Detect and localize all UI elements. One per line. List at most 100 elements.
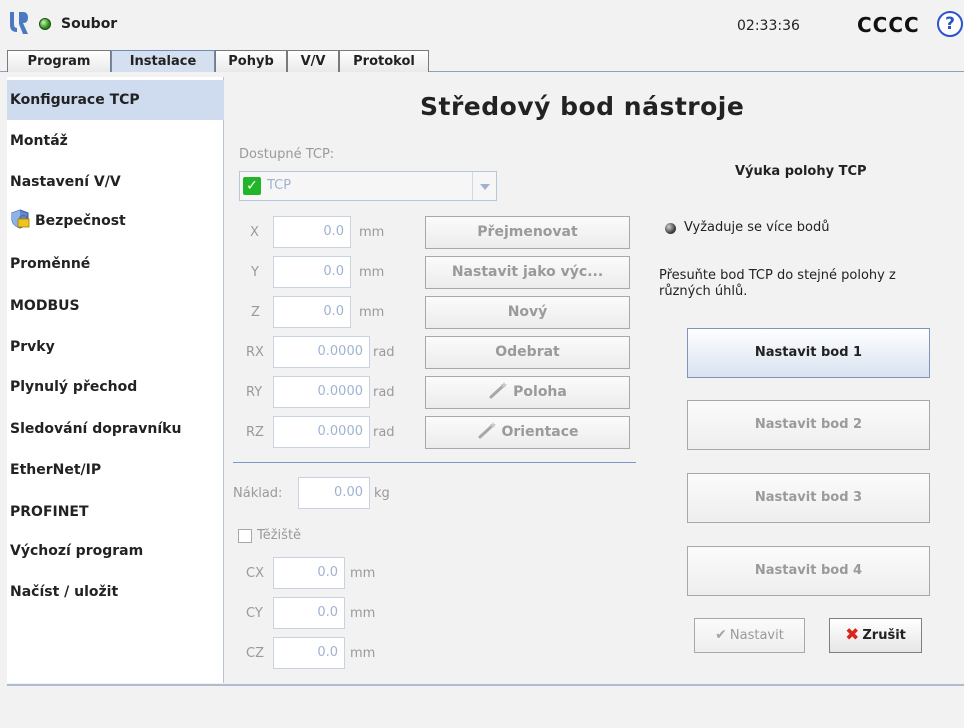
- y-label: Y: [251, 265, 259, 280]
- tab-protokol[interactable]: Protokol: [339, 50, 429, 72]
- payload-field[interactable]: 0.00: [298, 477, 370, 509]
- set-point-2-button[interactable]: Nastavit bod 2: [687, 400, 930, 450]
- y-field[interactable]: 0.0: [273, 256, 351, 288]
- sidebar-item-label: Plynulý přechod: [10, 379, 138, 395]
- payload-unit: kg: [374, 486, 390, 501]
- teach-position-label: Poloha: [513, 384, 567, 400]
- chevron-down-icon[interactable]: [472, 172, 496, 200]
- page-title: Středový bod nástroje: [420, 92, 745, 121]
- close-icon: ✖: [845, 625, 860, 645]
- sidebar-item-load-save[interactable]: Načíst / uložit: [7, 572, 224, 612]
- set-default-button[interactable]: Nastavit jako výc...: [425, 256, 630, 289]
- cx-field[interactable]: 0.0: [273, 557, 345, 589]
- set-point-3-button[interactable]: Nastavit bod 3: [687, 473, 930, 523]
- status-dot-icon: [665, 223, 676, 234]
- sidebar-item-label: Sledování dopravníku: [10, 421, 182, 437]
- z-label: Z: [251, 305, 260, 320]
- sidebar-item-label: Výchozí program: [10, 543, 144, 559]
- cy-field[interactable]: 0.0: [273, 597, 345, 629]
- payload-label: Náklad:: [233, 486, 283, 501]
- tab-pohyb[interactable]: Pohyb: [215, 50, 287, 72]
- z-unit: mm: [359, 305, 385, 320]
- sidebar-item-label: MODBUS: [10, 298, 80, 314]
- ry-field[interactable]: 0.0000: [273, 376, 370, 408]
- set-button[interactable]: ✔ Nastavit: [694, 618, 805, 653]
- tab-program[interactable]: Program: [7, 50, 111, 72]
- sidebar-item-conveyor-tracking[interactable]: Sledování dopravníku: [7, 409, 224, 449]
- ry-label: RY: [246, 385, 263, 400]
- set-point-1-button[interactable]: Nastavit bod 1: [687, 328, 930, 378]
- set-point-4-button[interactable]: Nastavit bod 4: [687, 546, 930, 596]
- sidebar-item-label: Načíst / uložit: [10, 584, 119, 600]
- remove-tcp-button[interactable]: Odebrat: [425, 336, 630, 369]
- sidebar-item-modbus[interactable]: MODBUS: [7, 286, 224, 326]
- x-field[interactable]: 0.0: [273, 216, 351, 248]
- sidebar-item-profinet[interactable]: PROFINET: [7, 492, 224, 532]
- sidebar-item-label: EtherNet/IP: [10, 462, 102, 478]
- rz-unit: rad: [373, 425, 395, 440]
- requirement-text: Vyžaduje se více bodů: [684, 220, 830, 235]
- teach-orientation-label: Orientace: [501, 424, 579, 440]
- sidebar-item-label: Konfigurace TCP: [10, 92, 140, 108]
- cx-unit: mm: [350, 566, 376, 581]
- rename-button[interactable]: Přejmenovat: [425, 216, 630, 249]
- sidebar-item-default-program[interactable]: Výchozí program: [7, 531, 224, 571]
- sidebar-item-mounting[interactable]: Montáž: [7, 121, 224, 161]
- top-bar: Soubor 02:33:36 CCCC ?: [0, 0, 964, 50]
- sidebar-item-label: Bezpečnost: [35, 213, 126, 229]
- check-icon: ✔: [715, 627, 727, 643]
- teach-instruction: Přesuňte bod TCP do stejné polohy z různ…: [659, 268, 896, 299]
- sidebar-item-variables[interactable]: Proměnné: [7, 244, 224, 284]
- installation-sidebar: Konfigurace TCP Montáž Nastavení V/V Bez…: [7, 77, 224, 683]
- rx-unit: rad: [373, 345, 395, 360]
- sidebar-item-safety[interactable]: Bezpečnost: [7, 201, 224, 241]
- teach-position-button[interactable]: Poloha: [425, 376, 630, 409]
- y-unit: mm: [359, 265, 385, 280]
- sidebar-item-smooth-transition[interactable]: Plynulý přechod: [7, 367, 224, 407]
- ur-logo-icon[interactable]: [8, 10, 30, 36]
- sidebar-item-label: PROFINET: [10, 504, 89, 520]
- sidebar-item-ethernet-ip[interactable]: EtherNet/IP: [7, 450, 224, 490]
- ry-unit: rad: [373, 385, 395, 400]
- teach-tcp-title: Výuka polohy TCP: [735, 164, 867, 179]
- cy-unit: mm: [350, 606, 376, 621]
- check-icon: ✓: [243, 177, 261, 195]
- new-tcp-button[interactable]: Nový: [425, 296, 630, 329]
- tab-v-v[interactable]: V/V: [287, 50, 339, 72]
- divider: [233, 462, 636, 463]
- teach-orientation-button[interactable]: Orientace: [425, 416, 630, 449]
- sidebar-item-io-setup[interactable]: Nastavení V/V: [7, 162, 224, 202]
- magic-wand-icon: [478, 422, 496, 439]
- shield-icon: [11, 209, 30, 229]
- rx-label: RX: [246, 345, 264, 360]
- magic-wand-icon: [489, 382, 508, 399]
- sidebar-item-tcp-configuration[interactable]: Konfigurace TCP: [7, 80, 224, 120]
- sidebar-item-label: Prvky: [10, 339, 55, 355]
- footer-divider: [7, 684, 964, 686]
- tab-instalace[interactable]: Instalace: [111, 50, 215, 72]
- rz-field[interactable]: 0.0000: [273, 416, 370, 448]
- rx-field[interactable]: 0.0000: [273, 336, 370, 368]
- clock: 02:33:36: [737, 18, 800, 34]
- robot-name: CCCC: [857, 13, 920, 37]
- tcp-select[interactable]: ✓ TCP: [239, 171, 497, 201]
- sidebar-item-features[interactable]: Prvky: [7, 327, 224, 367]
- sidebar-item-label: Montáž: [10, 133, 68, 149]
- sidebar-item-label: Nastavení V/V: [10, 174, 121, 190]
- set-button-label: Nastavit: [729, 628, 784, 643]
- z-field[interactable]: 0.0: [273, 296, 351, 328]
- cx-label: CX: [246, 566, 264, 581]
- main-tabs: Program Instalace Pohyb V/V Protokol: [0, 50, 964, 72]
- x-label: X: [250, 225, 259, 240]
- cz-field[interactable]: 0.0: [273, 637, 345, 669]
- help-icon[interactable]: ?: [937, 11, 963, 37]
- cz-label: CZ: [246, 646, 264, 661]
- x-unit: mm: [359, 225, 385, 240]
- sidebar-item-label: Proměnné: [10, 256, 91, 272]
- cy-label: CY: [246, 606, 263, 621]
- rz-label: RZ: [246, 425, 264, 440]
- file-menu[interactable]: Soubor: [61, 16, 117, 32]
- tcp-select-value: TCP: [267, 178, 292, 193]
- cancel-button[interactable]: ✖ Zrušit: [829, 618, 922, 653]
- cog-checkbox[interactable]: [238, 529, 252, 543]
